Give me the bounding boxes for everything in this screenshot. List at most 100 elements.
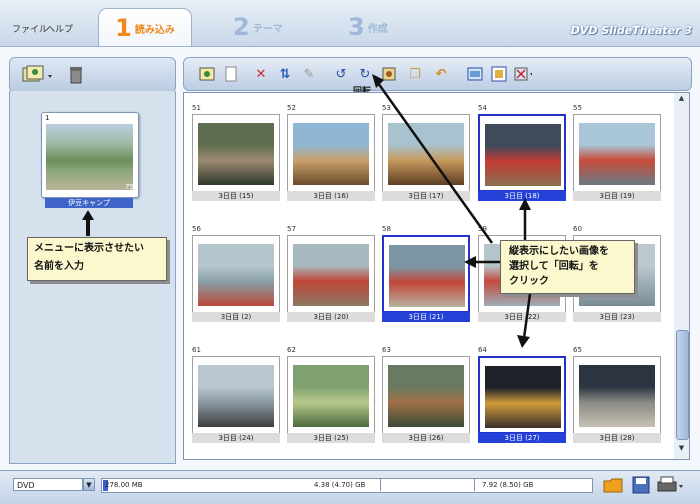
thumbnail-item[interactable]: 52 3日目 (16)	[287, 104, 375, 201]
album-count: 75	[125, 183, 134, 191]
thumbnail-item[interactable]: 51 3日目 (15)	[192, 104, 280, 201]
left-toolbar	[9, 57, 176, 93]
chevron-down-icon[interactable]: ▼	[83, 478, 95, 491]
thumbnail-photo	[198, 123, 274, 185]
thumbnail-index: 64	[478, 346, 487, 354]
callout-album-name: メニューに表示させたい 名前を入力	[27, 237, 167, 281]
scrollbar-thumb[interactable]	[676, 330, 689, 440]
thumbnail-caption: 3日目 (17)	[382, 191, 470, 201]
tab-theme-number: 2	[233, 13, 250, 41]
thumbnail-photo	[293, 365, 369, 427]
thumbnail-index: 65	[573, 346, 582, 354]
thumbnail-item[interactable]: 56 3日目 (2)	[192, 225, 280, 322]
thumbnail-index: 59	[478, 225, 487, 233]
folder-icon[interactable]	[602, 474, 624, 496]
capacity-max: 7.92 (8.50) GB	[482, 481, 534, 489]
callout-left-line1: メニューに表示させたい	[34, 243, 144, 254]
thumbnail-index: 57	[287, 225, 296, 233]
thumbnail-caption: 3日目 (28)	[573, 433, 661, 443]
thumbnail-index: 61	[192, 346, 201, 354]
thumbnail-index: 63	[382, 346, 391, 354]
menu-help[interactable]: ヘルプ	[46, 22, 73, 35]
thumbnail-frame	[192, 114, 280, 192]
rotate-right-icon[interactable]: ↻	[356, 65, 374, 83]
copy-icon[interactable]: ❐	[406, 65, 424, 83]
tab-import[interactable]: 1 読み込み	[98, 8, 192, 47]
add-photos-icon[interactable]	[22, 65, 56, 85]
thumbnail-frame	[287, 356, 375, 434]
thumbnail-index: 55	[573, 104, 582, 112]
undo-icon[interactable]: ↶	[432, 65, 450, 83]
thumbnail-item[interactable]: 57 3日目 (20)	[287, 225, 375, 322]
callout-right-line2: 選択して「回転」を	[509, 261, 599, 272]
view-icon[interactable]	[466, 65, 484, 83]
thumbnail-item[interactable]: 55 3日目 (19)	[573, 104, 661, 201]
thumbnail-photo	[198, 244, 274, 306]
thumbnail-item[interactable]: 54 3日目 (18)	[478, 104, 566, 201]
trash-icon[interactable]	[68, 65, 84, 85]
settings-icon[interactable]	[514, 65, 532, 83]
image-toolbar: ✕ ⇅ ✎ ↺ ↻ ❐ ↶	[183, 57, 692, 91]
delete-icon[interactable]: ✕	[252, 65, 270, 83]
thumbnail-index: 51	[192, 104, 201, 112]
thumbnail-item[interactable]: 62 3日目 (25)	[287, 346, 375, 443]
thumbnail-frame	[287, 114, 375, 192]
thumbnail-photo	[389, 245, 465, 307]
thumbnail-index: 60	[573, 225, 582, 233]
thumbnail-photo	[579, 365, 655, 427]
preview-icon[interactable]	[490, 65, 508, 83]
media-select[interactable]: DVD	[13, 478, 83, 491]
app-title: DVD SlideTheater 3	[570, 24, 692, 37]
thumbnail-index: 58	[382, 225, 391, 233]
tab-import-number: 1	[115, 14, 132, 42]
import-image-icon[interactable]	[198, 65, 216, 83]
thumbnail-frame	[192, 356, 280, 434]
thumbnail-frame	[192, 235, 280, 313]
thumbnail-caption: 3日目 (21)	[382, 312, 470, 322]
menu-file[interactable]: ファイル	[12, 22, 48, 35]
thumbnail-frame	[478, 356, 566, 434]
thumbnail-item[interactable]: 58 3日目 (21)	[382, 225, 470, 322]
thumbnail-item[interactable]: 63 3日目 (26)	[382, 346, 470, 443]
thumbnail-caption: 3日目 (24)	[192, 433, 280, 443]
thumbnail-caption: 3日目 (26)	[382, 433, 470, 443]
thumbnail-caption: 3日目 (16)	[287, 191, 375, 201]
thumbnail-frame	[382, 235, 470, 313]
auto-rotate-icon[interactable]	[380, 65, 398, 83]
callout-right-line1: 縦表示にしたい画像を	[509, 246, 609, 257]
thumbnail-index: 56	[192, 225, 201, 233]
thumbnail-photo	[198, 365, 274, 427]
capacity-mid: 4.38 (4.70) GB	[314, 481, 366, 489]
thumbnail-photo	[485, 124, 561, 186]
blank-page-icon[interactable]	[222, 65, 240, 83]
capacity-bar: 278.00 MB 4.38 (4.70) GB 7.92 (8.50) GB	[101, 478, 593, 493]
callout-rotate: 縦表示にしたい画像を 選択して「回転」を クリック	[500, 240, 635, 294]
thumbnail-caption: 3日目 (27)	[478, 433, 566, 443]
scroll-up-icon[interactable]: ▲	[676, 94, 687, 106]
thumbnail-index: 53	[382, 104, 391, 112]
tab-create[interactable]: 3 作成	[348, 8, 388, 46]
rotate-left-icon[interactable]: ↺	[332, 65, 350, 83]
sort-icon[interactable]: ⇅	[276, 65, 294, 83]
print-icon[interactable]	[656, 474, 686, 496]
album-card[interactable]: 1 75	[41, 112, 139, 198]
thumbnail-item[interactable]: 65 3日目 (28)	[573, 346, 661, 443]
tab-theme[interactable]: 2 テーマ	[233, 8, 283, 46]
thumbnail-item[interactable]: 53 3日目 (17)	[382, 104, 470, 201]
capacity-divider	[380, 478, 381, 491]
tab-theme-label: テーマ	[252, 23, 283, 35]
thumbnail-item[interactable]: 61 3日目 (24)	[192, 346, 280, 443]
album-thumbnail	[46, 124, 133, 190]
thumbnail-photo	[579, 123, 655, 185]
edit-icon[interactable]: ✎	[300, 65, 318, 83]
thumbnail-item[interactable]: 64 3日目 (27)	[478, 346, 566, 443]
thumbnail-caption: 3日目 (15)	[192, 191, 280, 201]
thumbnail-index: 54	[478, 104, 487, 112]
album-name-field[interactable]: 伊豆キャンプ	[45, 198, 133, 208]
thumbnail-frame	[478, 114, 566, 192]
thumbnail-frame	[382, 356, 470, 434]
thumbnail-photo	[485, 366, 561, 428]
scroll-down-icon[interactable]: ▼	[676, 444, 687, 456]
save-icon[interactable]	[630, 474, 652, 496]
thumbnail-frame	[573, 114, 661, 192]
